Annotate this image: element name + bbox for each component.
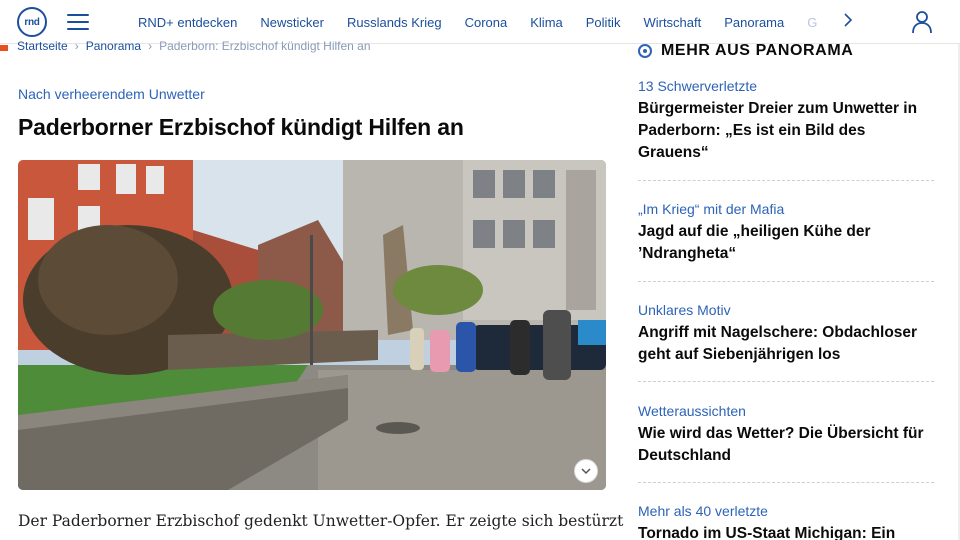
section-accent-bar: [0, 45, 8, 51]
sidebar-article-4[interactable]: Wetteraussichten Wie wird das Wetter? Di…: [638, 402, 936, 467]
breadcrumb-home[interactable]: Startseite: [17, 39, 68, 53]
user-icon[interactable]: [911, 10, 933, 34]
sidebar-article-kicker: „Im Krieg“ mit der Mafia: [638, 201, 785, 217]
nav-link-panorama[interactable]: Panorama: [724, 15, 784, 30]
sidebar-article-kicker: Wetteraussichten: [638, 403, 746, 419]
sidebar-article-title[interactable]: Jagd auf die „heiligen Kühe der ’Ndrangh…: [638, 221, 936, 265]
nav-link-gesundheit[interactable]: Gesu: [807, 15, 818, 30]
nav-link-newsticker[interactable]: Newsticker: [260, 15, 324, 30]
article-headline: Paderborner Erzbischof kündigt Hilfen an: [18, 114, 464, 140]
breadcrumb-separator: ›: [148, 39, 153, 53]
main-nav-links: RND+ entdecken Newsticker Russlands Krie…: [138, 0, 818, 44]
breadcrumb-panorama[interactable]: Panorama: [86, 39, 141, 53]
sidebar-divider: [638, 381, 934, 382]
sidebar-divider: [638, 482, 934, 483]
sidebar-article-title[interactable]: Wie wird das Wetter? Die Übersicht für D…: [638, 423, 936, 467]
hamburger-icon[interactable]: [67, 14, 89, 30]
sidebar-article-3[interactable]: Unklares Motiv Angriff mit Nagelschere: …: [638, 301, 936, 366]
article-teaser: Der Paderborner Erzbischof gedenkt Unwet…: [18, 512, 624, 530]
breadcrumb-separator: ›: [74, 39, 79, 53]
top-navigation: rnd RND+ entdecken Newsticker Russlands …: [0, 0, 960, 44]
breadcrumb: Startseite › Panorama › Paderborn: Erzbischo…: [17, 39, 617, 55]
sidebar-article-kicker: 13 Schwerverletzte: [638, 78, 758, 94]
sidebar-header: MEHR AUS PANORAMA: [638, 41, 853, 61]
rnd-logo[interactable]: rnd: [17, 7, 47, 37]
sidebar-article-1[interactable]: 13 Schwerverletzte Bürgermeister Dreier …: [638, 77, 936, 164]
sidebar-article-title[interactable]: Tornado im US-Staat Michigan: Ein: [638, 523, 936, 540]
sidebar-article-title[interactable]: Angriff mit Nagelschere: Obdachloser geh…: [638, 322, 936, 366]
sidebar-divider: [638, 180, 934, 181]
sidebar-divider: [638, 281, 934, 282]
sidebar-article-kicker: Mehr als 40 verletzte: [638, 503, 768, 519]
sidebar-article-title[interactable]: Bürgermeister Dreier zum Unwetter in Pad…: [638, 98, 936, 164]
nav-link-russlands-krieg[interactable]: Russlands Krieg: [347, 15, 442, 30]
sidebar-title: MEHR AUS PANORAMA: [661, 42, 854, 59]
breadcrumb-current: Paderborn: Erzbischof kündigt Hilfen an: [159, 39, 371, 53]
sidebar-article-5[interactable]: Mehr als 40 verletzte Tornado im US-Staa…: [638, 502, 936, 540]
nav-link-corona[interactable]: Corona: [465, 15, 508, 30]
nav-link-rnd-plus[interactable]: RND+ entdecken: [138, 15, 237, 30]
nav-link-wirtschaft[interactable]: Wirtschaft: [643, 15, 701, 30]
nav-link-politik[interactable]: Politik: [586, 15, 621, 30]
article-hero-image[interactable]: [18, 160, 606, 490]
bullet-icon: [638, 44, 652, 58]
article-kicker: Nach verheerendem Unwetter: [18, 86, 205, 102]
chevron-down-icon[interactable]: [574, 459, 598, 483]
chevron-right-icon[interactable]: [843, 12, 853, 33]
sidebar-article-kicker: Unklares Motiv: [638, 302, 731, 318]
sidebar-article-2[interactable]: „Im Krieg“ mit der Mafia Jagd auf die „h…: [638, 200, 936, 265]
nav-link-klima[interactable]: Klima: [530, 15, 563, 30]
